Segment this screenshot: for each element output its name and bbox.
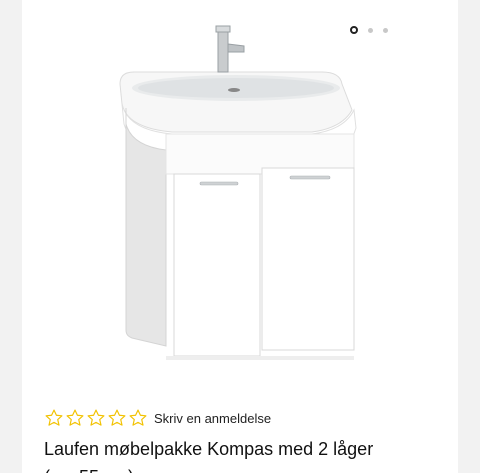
carousel-dot-1[interactable]	[350, 26, 358, 34]
product-image-carousel[interactable]	[22, 0, 458, 388]
star-outline-icon[interactable]	[65, 408, 85, 428]
star-outline-icon[interactable]	[107, 408, 127, 428]
product-title: Laufen møbelpakke Kompas med 2 låger	[44, 439, 374, 459]
product-image[interactable]	[22, 0, 458, 388]
rating-row[interactable]: Skriv en anmeldelse	[44, 408, 271, 428]
carousel-dot-3[interactable]	[383, 27, 388, 33]
star-outline-icon[interactable]	[44, 408, 64, 428]
star-rating[interactable]	[44, 408, 148, 428]
write-review-link[interactable]: Skriv en anmeldelse	[154, 411, 271, 426]
star-outline-icon[interactable]	[128, 408, 148, 428]
carousel-dot-2[interactable]	[368, 27, 373, 33]
star-outline-icon[interactable]	[86, 408, 106, 428]
product-title-line2: (ca. 55 cm)	[44, 463, 458, 473]
product-card: Skriv en anmeldelse Laufen møbelpakke Ko…	[22, 0, 458, 473]
carousel-indicators[interactable]	[350, 26, 388, 34]
